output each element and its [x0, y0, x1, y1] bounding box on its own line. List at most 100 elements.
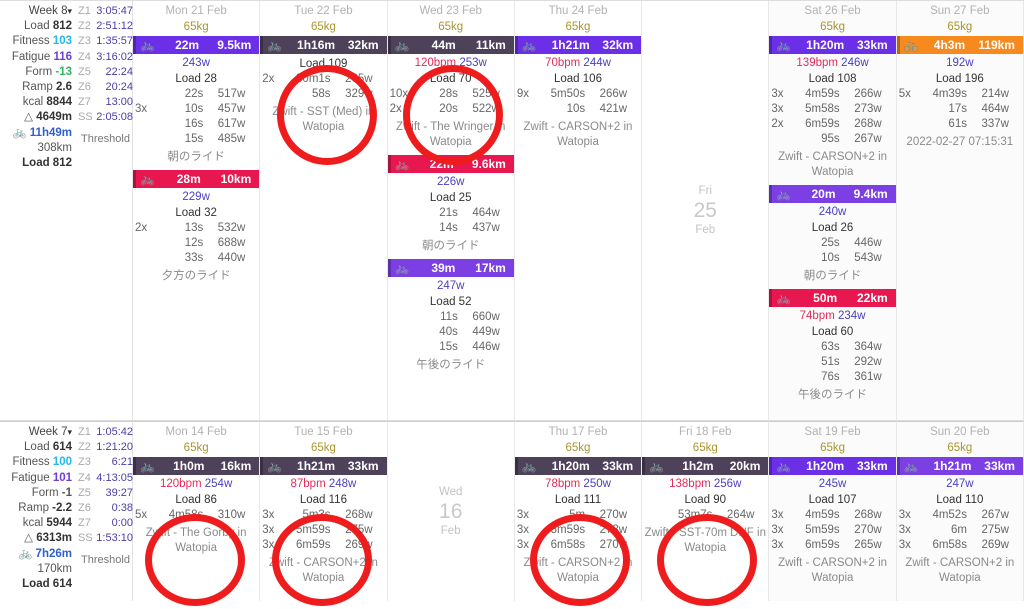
zone-label: Z6 [78, 81, 91, 94]
interval-multiplier: 3x [898, 539, 911, 551]
activity-title: Zwift - SST (Med) in Watopia [272, 106, 375, 133]
empty-day-placeholder: Fri 25 Feb [642, 1, 768, 420]
activity-duration: 1h16m [297, 38, 336, 52]
interval-duration: 6m58s [550, 539, 586, 551]
interval-duration: 30m1s [296, 73, 331, 85]
week-summary-stats: Week 8▾ Load 812 Fitness 103 Fatigue 116 For… [0, 4, 76, 420]
stat-value: 100 [52, 456, 72, 469]
week-selector[interactable]: Week 8▾ [0, 4, 72, 19]
day-column-sun-20[interactable]: Sun 20 Feb 65kg 🚲 1h21m 33km 247w Load 110 3x 4m… [896, 421, 1024, 601]
activity-card[interactable]: 🚲 44m 11km 120bpm 253w Load 70 10x 28s 525w 2x 20… [387, 36, 514, 154]
interval-power: 437w [472, 222, 500, 234]
activity-header[interactable]: 🚲 1h21m 33km [896, 457, 1023, 475]
day-column-wed-23[interactable]: Wed 23 Feb 65kg 🚲 44m 11km 120bpm 253w Load 70… [387, 1, 515, 420]
activity-header[interactable]: 🚲 22m 9.5km [133, 36, 260, 54]
interval-duration: 10s [566, 103, 586, 115]
stat-value: 103 [52, 35, 72, 48]
empty-day-number: 25 [693, 198, 717, 222]
activity-header[interactable]: 🚲 1h21m 33km [260, 457, 387, 475]
interval-duration: 4m58s [168, 509, 204, 521]
week-selector[interactable]: Week 7▾ [0, 425, 72, 440]
day-column-mon-14[interactable]: Mon 14 Feb 65kg 🚲 1h0m 16km 120bpm 254w Load 8… [133, 421, 261, 601]
activity-card[interactable]: 🚲 50m 22km 74bpm 234w Load 60 63s 364w 51s 292w 7… [769, 289, 896, 407]
day-column-mon-21[interactable]: Mon 21 Feb 65kg 🚲 22m 9.5km 243w Load 28 22s 517… [133, 1, 261, 420]
interval-power: 517w [217, 88, 246, 100]
activity-card[interactable]: 🚲 22m 9.5km 243w Load 28 22s 517w 3x 10s 457w 16s 6… [133, 36, 260, 169]
day-column-sun-27[interactable]: Sun 27 Feb 65kg 🚲 4h3m 119km 192w Load 196 5x 4m… [896, 1, 1024, 420]
interval-power: 275w [981, 524, 1009, 536]
day-column-tue-22[interactable]: Tue 22 Feb 65kg 🚲 1h16m 32km Load 109 2x 30m1s 2… [260, 1, 388, 420]
activity-header[interactable]: 🚲 1h0m 16km [133, 457, 260, 475]
interval-duration: 6m59s [296, 539, 331, 551]
activity-card[interactable]: 🚲 1h20m 33km 245w Load 107 3x 4m59s 268w 3x 5m59s… [769, 457, 896, 590]
day-column-sat-26[interactable]: Sat 26 Feb 65kg 🚲 1h20m 33km 139bpm 246w Load … [769, 1, 897, 420]
activity-header[interactable]: 🚲 44m 11km [387, 36, 514, 54]
activity-card[interactable]: 🚲 1h20m 33km 78bpm 250w Load 111 3x 5m 270w 3x 5m… [514, 457, 642, 590]
activity-header[interactable]: 🚲 1h16m 32km [260, 36, 387, 54]
day-column-fri-25[interactable]: Fri 25 Feb [642, 1, 770, 420]
activity-header[interactable]: 🚲 1h20m 33km [769, 36, 896, 54]
activity-card[interactable]: 🚲 4h3m 119km 192w Load 196 5x 4m39s 214w 17s 464w… [896, 36, 1023, 154]
activity-power: 226w [436, 176, 465, 188]
zone-row-z3: Z3 6:21 [78, 455, 133, 470]
day-weight: 65kg [310, 442, 336, 454]
activity-card[interactable]: 🚲 39m 17km 247w Load 52 11s 660w 40s 449w 15s 446w… [387, 259, 514, 377]
stat-label: Load [24, 441, 53, 454]
activity-load: Load 32 [175, 207, 217, 219]
empty-day-weekday: Fri [698, 184, 712, 197]
day-header-date: Thu 17 Feb [548, 426, 608, 438]
interval-row: 95s 267w [771, 132, 893, 147]
interval-power: 688w [217, 237, 246, 249]
activity-header[interactable]: 🚲 22m 9.6km [387, 155, 514, 173]
activity-header[interactable]: 🚲 4h3m 119km [896, 36, 1023, 54]
stat-label: Form [31, 486, 62, 499]
bike-icon: 🚲 [12, 126, 27, 139]
interval-row: 5x 4m39s 214w [899, 87, 1021, 102]
activity-title: 午後のライド [416, 359, 486, 371]
bike-icon: 🚲 [776, 187, 792, 201]
activity-card[interactable]: 🚲 1h20m 33km 139bpm 246w Load 108 3x 4m59s 266w… [769, 36, 896, 184]
activity-header[interactable]: 🚲 1h20m 33km [769, 457, 896, 475]
day-column-thu-17[interactable]: Thu 17 Feb 65kg 🚲 1h20m 33km 78bpm 250w Load 1… [514, 421, 643, 601]
activity-card[interactable]: 🚲 1h21m 33km 247w Load 110 3x 4m52s 267w 3x 6m 275… [896, 457, 1023, 590]
activity-distance: 11km [475, 38, 506, 52]
zone-time: 1:21:20 [96, 441, 133, 454]
activity-header[interactable]: 🚲 50m 22km [769, 289, 896, 307]
activity-card[interactable]: 🚲 28m 10km 229w Load 32 2x 13s 532w 12s 688w 33s 44… [133, 170, 260, 288]
stat-row-: △ 4649m [0, 110, 72, 125]
stat-value: 2.6 [56, 81, 72, 94]
stat-label: Ramp [22, 81, 56, 94]
activity-card[interactable]: 🚲 1h0m 16km 120bpm 254w Load 86 5x 4m58s 310w Zw… [133, 457, 260, 560]
activity-card[interactable]: 🚲 22m 9.6km 226w Load 25 21s 464w 14s 437w 朝のライド [387, 155, 514, 258]
day-column-sat-19[interactable]: Sat 19 Feb 65kg 🚲 1h20m 33km 245w Load 107 3x 4m… [769, 421, 897, 601]
activity-card[interactable]: 🚲 20m 9.4km 240w Load 26 25s 446w 10s 543w 朝のライド [769, 185, 896, 288]
day-weight: 65kg [438, 21, 464, 33]
activity-card[interactable]: 🚲 1h2m 20km 138bpm 256w Load 90 53m7s 264w Zwif… [642, 457, 769, 560]
activity-header[interactable]: 🚲 1h20m 33km [514, 457, 642, 475]
interval-power: 269w [345, 539, 373, 551]
day-column-fri-18[interactable]: Fri 18 Feb 65kg 🚲 1h2m 20km 138bpm 256w Load 9… [642, 421, 770, 601]
day-column-wed-16[interactable]: Wed 16 Feb [387, 421, 515, 601]
activity-title: Zwift - CARSON+2 in Watopia [523, 121, 633, 148]
activity-card[interactable]: 🚲 1h16m 32km Load 109 2x 30m1s 265w 58s 329w Zwif… [260, 36, 387, 139]
interval-row: 3x 5m59s 270w [771, 523, 893, 538]
activity-power: 229w [182, 191, 210, 203]
activity-header[interactable]: 🚲 39m 17km [387, 259, 514, 277]
week-total-distance: 170km [37, 562, 72, 575]
activity-hr-power: 243w [135, 56, 257, 71]
day-column-tue-15[interactable]: Tue 15 Feb 65kg 🚲 1h21m 33km 87bpm 248w Load 1… [260, 421, 388, 601]
interval-duration: 17s [948, 103, 967, 115]
bike-icon: 🚲 [394, 157, 410, 171]
interval-duration: 15s [439, 341, 458, 353]
day-column-thu-24[interactable]: Thu 24 Feb 65kg 🚲 1h21m 32km 70bpm 244w Load 1… [514, 1, 643, 420]
activity-card[interactable]: 🚲 1h21m 32km 70bpm 244w Load 106 9x 5m50s 266w 1… [514, 36, 642, 154]
activity-header[interactable]: 🚲 28m 10km [133, 170, 260, 188]
activity-header[interactable]: 🚲 1h21m 32km [514, 36, 642, 54]
activity-header[interactable]: 🚲 1h2m 20km [642, 457, 769, 475]
stat-row-load: Load 614 [0, 440, 72, 455]
activity-power: 240w [818, 206, 847, 218]
activity-card[interactable]: 🚲 1h21m 33km 87bpm 248w Load 116 3x 5m3s 268w 3x… [260, 457, 387, 590]
activity-header[interactable]: 🚲 20m 9.4km [769, 185, 896, 203]
interval-multiplier [135, 251, 155, 266]
interval-row: 2x 13s 532w [135, 221, 257, 236]
